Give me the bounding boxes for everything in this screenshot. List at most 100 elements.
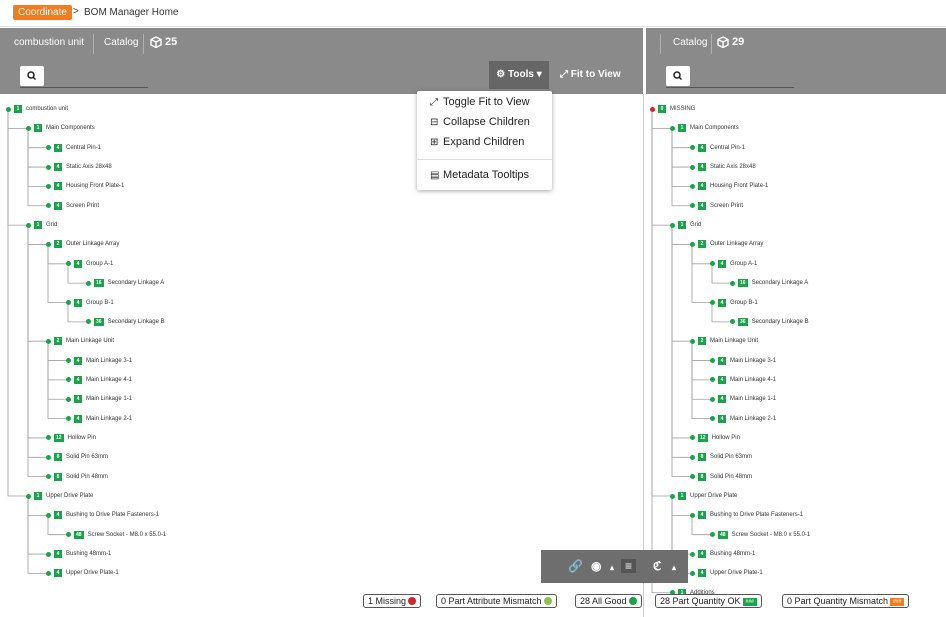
node-toggle-dot[interactable]	[65, 261, 71, 267]
tree-node[interactable]: 36 Secondary Linkage B	[738, 317, 809, 327]
globe-icon[interactable]: ◉	[591, 559, 601, 573]
tree-node[interactable]: 4 Main Linkage 4-1	[718, 375, 776, 385]
tree-node[interactable]: 4 Main Linkage 3-1	[718, 356, 776, 366]
tree-node[interactable]: 4 Main Linkage 1-1	[74, 394, 132, 404]
node-toggle-dot[interactable]	[45, 474, 51, 480]
caret-up-icon[interactable]: ▴	[672, 563, 676, 572]
node-toggle-dot[interactable]	[25, 493, 31, 499]
tree-node[interactable]: 2 Main Linkage Unit	[698, 336, 758, 346]
node-toggle-dot[interactable]	[709, 416, 715, 422]
node-toggle-dot[interactable]	[689, 512, 695, 518]
tree-node[interactable]: 8 Solid Pin 63mm	[54, 452, 108, 462]
menu-item-expand-children[interactable]: ⊞ Expand Children	[430, 136, 524, 148]
node-toggle-dot[interactable]	[689, 203, 695, 209]
node-toggle-dot[interactable]	[45, 570, 51, 576]
menu-item-toggle-fit[interactable]: ⤢ Toggle Fit to View	[430, 96, 530, 108]
tree-node[interactable]: 4 Bushing 48mm-1	[698, 549, 755, 559]
node-toggle-dot[interactable]	[669, 493, 675, 499]
tree-node[interactable]: 8 Solid Pin 48mm	[698, 472, 752, 482]
search-icon[interactable]	[20, 66, 44, 86]
tree-node[interactable]: 36 Secondary Linkage B	[94, 317, 165, 327]
node-toggle-dot[interactable]	[689, 338, 695, 344]
node-toggle-dot[interactable]	[25, 222, 31, 228]
tree-node[interactable]: 1 combustion unit	[14, 104, 68, 114]
tree-node[interactable]: 1 Grid	[34, 220, 57, 230]
tree-node[interactable]: 4 Group B-1	[74, 298, 114, 308]
node-toggle-dot[interactable]	[45, 551, 51, 557]
tree-node[interactable]: 12 Hollow Pin	[54, 433, 96, 443]
node-toggle-dot[interactable]	[65, 300, 71, 305]
node-toggle-dot[interactable]	[45, 338, 51, 344]
right-search[interactable]	[666, 66, 794, 88]
tree-node[interactable]: 1 Upper Drive Plate	[34, 491, 93, 501]
tree-node[interactable]: 4 Screen Print	[698, 201, 743, 211]
left-search[interactable]	[20, 66, 148, 88]
tree-node[interactable]: 1 Upper Drive Plate	[678, 491, 737, 501]
status-quantity-mismatch[interactable]: 0 Part Quantity Mismatch ###	[782, 594, 910, 608]
tree-node[interactable]: 4 Screen Print	[54, 201, 99, 211]
tree-node[interactable]: 4 Central Pin-1	[698, 143, 745, 153]
tree-node[interactable]: 0 MISSING	[658, 104, 695, 114]
tree-node[interactable]: 4 Housing Front Plate-1	[54, 181, 124, 191]
node-toggle-dot[interactable]	[689, 145, 695, 151]
tree-node[interactable]: 4 Upper Drive Plate-1	[698, 568, 763, 578]
node-toggle-dot[interactable]	[25, 125, 31, 131]
fit-to-view-button[interactable]: ⤢ Fit to View	[560, 69, 621, 80]
tree-node[interactable]: 48 Screw Socket - M8.0 x 55.0-1	[718, 530, 810, 540]
node-toggle-dot[interactable]	[45, 145, 51, 151]
tree-node[interactable]: 2 Main Linkage Unit	[54, 336, 114, 346]
tree-node[interactable]: 8 Solid Pin 48mm	[54, 472, 108, 482]
tree-node[interactable]: 4 Main Linkage 4-1	[74, 375, 132, 385]
menu-item-collapse-children[interactable]: ⊟ Collapse Children	[430, 116, 530, 128]
tree-node[interactable]: 12 Hollow Pin	[698, 433, 740, 443]
node-toggle-dot[interactable]	[689, 241, 695, 247]
node-toggle-dot[interactable]	[45, 241, 51, 247]
tree-node[interactable]: 2 Outer Linkage Array	[698, 239, 763, 249]
tree-node[interactable]: 4 Main Linkage 3-1	[74, 356, 132, 366]
node-toggle-dot[interactable]	[689, 454, 695, 460]
node-toggle-dot[interactable]	[689, 474, 695, 480]
node-toggle-dot[interactable]	[709, 261, 715, 267]
status-all-good[interactable]: 28 All Good	[575, 594, 642, 608]
tree-node[interactable]: 4 Bushing to Drive Plate Fasteners-1	[698, 510, 803, 520]
node-toggle-dot[interactable]	[65, 377, 71, 383]
tree-node[interactable]: 4 Upper Drive Plate-1	[54, 568, 119, 578]
node-toggle-dot[interactable]	[85, 319, 91, 325]
tools-button[interactable]: ⚙ Tools ▾	[489, 61, 549, 89]
tree-node[interactable]: 4 Group B-1	[718, 298, 758, 308]
node-toggle-dot[interactable]	[669, 222, 675, 228]
tree-node[interactable]: 4 Static Axis 28x48	[54, 162, 112, 172]
tree-node[interactable]: 4 Main Linkage 2-1	[74, 414, 132, 424]
menu-item-metadata-tooltips[interactable]: ▤ Metadata Tooltips	[430, 169, 529, 181]
node-toggle-dot[interactable]	[709, 300, 715, 305]
tree-node[interactable]: 16 Secondary Linkage A	[94, 278, 164, 288]
node-toggle-dot[interactable]	[689, 570, 695, 576]
tree-node[interactable]: 4 Static Axis 28x48	[698, 162, 756, 172]
tree-node[interactable]: 4 Central Pin-1	[54, 143, 101, 153]
status-quantity-ok[interactable]: 28 Part Quantity OK ###	[655, 594, 762, 608]
status-attribute-mismatch[interactable]: 0 Part Attribute Mismatch	[436, 594, 557, 608]
node-toggle-dot[interactable]	[669, 125, 675, 131]
node-toggle-dot[interactable]	[65, 358, 71, 364]
tree-node[interactable]: 48 Screw Socket - M8.0 x 55.0-1	[74, 530, 166, 540]
tree-node[interactable]: 4 Housing Front Plate-1	[698, 181, 768, 191]
tree-node[interactable]: 4 Group A-1	[74, 259, 113, 269]
tree-node[interactable]: 4 Main Linkage 1-1	[718, 394, 776, 404]
node-toggle-dot[interactable]	[709, 377, 715, 383]
node-toggle-dot[interactable]	[85, 280, 91, 286]
node-toggle-dot[interactable]	[709, 532, 715, 538]
node-toggle-dot[interactable]	[45, 183, 51, 189]
node-toggle-dot[interactable]	[45, 164, 51, 170]
node-toggle-dot[interactable]	[689, 551, 695, 557]
text-height-icon[interactable]: ℭ	[653, 559, 661, 573]
node-toggle-dot[interactable]	[45, 512, 51, 518]
tree-node[interactable]: 4 Main Linkage 2-1	[718, 414, 776, 424]
breadcrumb-coordinate-link[interactable]: Coordinate	[13, 5, 72, 20]
node-toggle-dot[interactable]	[45, 203, 51, 209]
tree-node[interactable]: 8 Solid Pin 63mm	[698, 452, 752, 462]
tree-node[interactable]: 1 Grid	[678, 220, 701, 230]
node-toggle-dot[interactable]	[729, 319, 735, 325]
node-toggle-dot[interactable]	[709, 396, 715, 402]
caret-up-icon[interactable]: ▴	[610, 563, 614, 572]
link-icon[interactable]: 🔗	[568, 559, 583, 573]
